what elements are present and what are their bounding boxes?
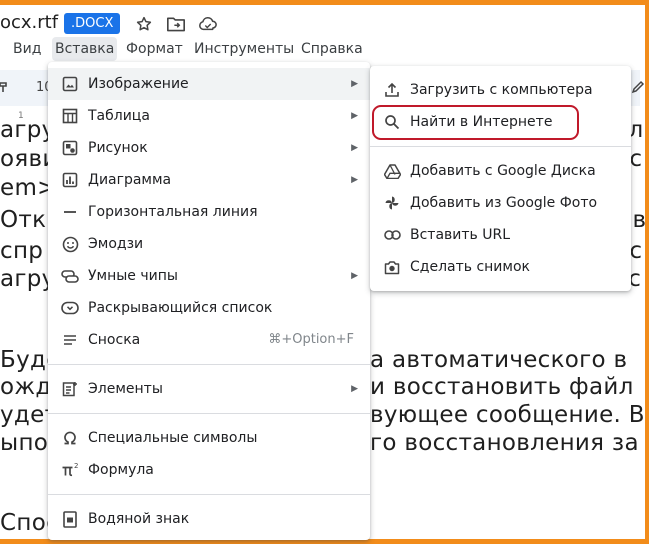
menu-view[interactable]: Вид [10, 37, 44, 61]
submenu-arrow-icon: ▶ [351, 271, 358, 281]
submenu-arrow-icon: ▶ [351, 143, 358, 153]
submenu-arrow-icon: ▶ [351, 79, 358, 89]
add-from-drive-label: Добавить с Google Диска [410, 163, 596, 179]
image-submenu: Загрузить с компьютера Найти в Интернете… [370, 66, 631, 291]
insert-building-blocks-label: Элементы [88, 381, 163, 397]
frame-right [645, 0, 649, 544]
camera-icon [382, 257, 402, 277]
insert-image-item[interactable]: Изображение ▶ [48, 68, 370, 100]
title-row: ocx.rtf .DOCX [0, 10, 640, 38]
insert-building-blocks-item[interactable]: Элементы ▶ [48, 373, 370, 405]
doc-line-12: вующее сообщение. В [370, 402, 645, 428]
watermark-icon [60, 509, 80, 529]
insert-watermark-item[interactable]: Водяной знак [48, 503, 370, 535]
smart-chips-icon [60, 266, 80, 286]
insert-horizontal-line-label: Горизонтальная линия [88, 204, 258, 220]
menu-separator [48, 413, 370, 414]
footnote-shortcut: ⌘+Option+F [268, 332, 354, 347]
insert-watermark-label: Водяной знак [88, 511, 190, 527]
menubar: Вид Вставка Формат Инструменты Справка [0, 37, 640, 61]
insert-smart-chips-item[interactable]: Умные чипы ▶ [48, 260, 370, 292]
add-from-photos-item[interactable]: Добавить из Google Фото [370, 187, 631, 219]
upload-from-computer-label: Загрузить с компьютера [410, 82, 593, 98]
cloud-status-icon[interactable] [197, 13, 219, 35]
menu-insert[interactable]: Вставка [52, 37, 118, 61]
google-photos-icon [382, 193, 402, 213]
doc-line-13: ыпо [0, 430, 49, 456]
submenu-arrow-icon: ▶ [351, 384, 358, 394]
insert-drawing-item[interactable]: Рисунок ▶ [48, 132, 370, 164]
add-from-photos-label: Добавить из Google Фото [410, 195, 598, 211]
insert-url-label: Вставить URL [410, 227, 511, 243]
link-icon [382, 225, 402, 245]
insert-dropdown-item[interactable]: Раскрывающийся список [48, 292, 370, 324]
star-icon[interactable] [133, 13, 155, 35]
image-icon [60, 74, 80, 94]
insert-equation-item[interactable]: 2 Формула [48, 454, 370, 486]
submenu-arrow-icon: ▶ [351, 111, 358, 121]
doc-line-10: и восстановить файл [370, 374, 634, 400]
submenu-separator [370, 146, 631, 147]
insert-chart-item[interactable]: Диаграмма ▶ [48, 164, 370, 196]
menu-tools[interactable]: Инструменты [191, 37, 297, 61]
doc-line-9: ожд [0, 374, 52, 400]
format-badge: .DOCX [64, 13, 121, 34]
insert-special-characters-label: Специальные символы [88, 430, 258, 446]
upload-from-computer-item[interactable]: Загрузить с компьютера [370, 74, 631, 106]
insert-footnote-label: Сноска [88, 332, 141, 348]
insert-dropdown-label: Раскрывающийся список [88, 300, 273, 316]
add-from-drive-item[interactable]: Добавить с Google Диска [370, 155, 631, 187]
pi-icon: 2 [60, 460, 80, 480]
submenu-arrow-icon: ▶ [351, 175, 358, 185]
insert-equation-label: Формула [88, 462, 154, 478]
insert-footnote-item[interactable]: Сноска ⌘+Option+F [48, 324, 370, 356]
move-folder-icon[interactable] [165, 13, 187, 35]
building-blocks-icon [60, 379, 80, 399]
document-title[interactable]: ocx.rtf [0, 12, 58, 33]
doc-line-14: го восстановления за [370, 430, 639, 456]
insert-drawing-label: Рисунок [88, 140, 148, 156]
menu-help[interactable]: Справка [298, 37, 366, 61]
insert-menu: Изображение ▶ Таблица ▶ Рисунок ▶ Диагра… [48, 62, 370, 540]
upload-icon [382, 80, 402, 100]
frame-top [0, 0, 649, 5]
doc-line-8: а автоматического в [370, 347, 628, 373]
emoji-icon [60, 234, 80, 254]
table-icon [60, 106, 80, 126]
pi-superscript: 2 [74, 462, 78, 470]
footnote-icon [60, 330, 80, 350]
menu-format[interactable]: Формат [123, 37, 186, 61]
insert-horizontal-line-item[interactable]: Горизонтальная линия [48, 196, 370, 228]
insert-emoji-label: Эмодзи [88, 236, 144, 252]
insert-url-item[interactable]: Вставить URL [370, 219, 631, 251]
omega-icon [60, 428, 80, 448]
drawing-icon [60, 138, 80, 158]
insert-table-label: Таблица [88, 108, 150, 124]
doc-line-5: спр [0, 238, 44, 264]
insert-table-item[interactable]: Таблица ▶ [48, 100, 370, 132]
highlight-annotation [372, 105, 579, 140]
toolbar-format-icon[interactable] [0, 80, 8, 94]
insert-special-characters-item[interactable]: Специальные символы [48, 422, 370, 454]
dropdown-icon [60, 298, 80, 318]
insert-smart-chips-label: Умные чипы [88, 268, 178, 284]
insert-image-label: Изображение [88, 76, 189, 92]
menu-separator [48, 364, 370, 365]
toolbar-edit-icon[interactable] [631, 80, 645, 94]
horizontal-line-icon [60, 202, 80, 222]
insert-chart-label: Диаграмма [88, 172, 172, 188]
chart-icon [60, 170, 80, 190]
take-photo-label: Сделать снимок [410, 259, 530, 275]
google-drive-icon [382, 161, 402, 181]
insert-emoji-item[interactable]: Эмодзи [48, 228, 370, 260]
take-photo-item[interactable]: Сделать снимок [370, 251, 631, 283]
menu-separator [48, 494, 370, 495]
